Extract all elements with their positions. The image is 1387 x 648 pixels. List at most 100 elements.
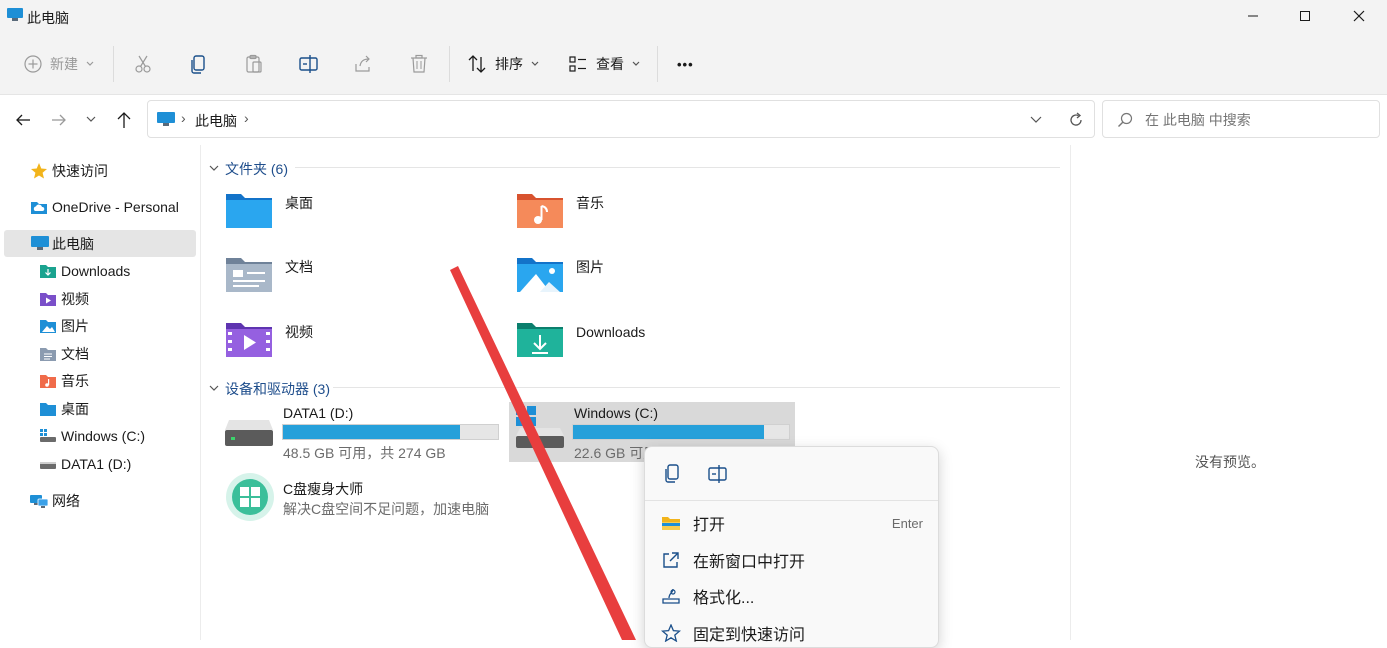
sidebar-item-network[interactable]: 网络 [0, 487, 196, 514]
sidebar-item-label: 音乐 [61, 372, 89, 389]
drive-usage-bar [572, 424, 790, 440]
folder-label: 文档 [285, 259, 313, 275]
delete-button[interactable] [409, 46, 429, 82]
folder-label: Downloads [576, 324, 646, 340]
sidebar-item-onedrive[interactable]: OneDrive - Personal [0, 193, 196, 220]
copy-button[interactable] [189, 46, 209, 82]
drive-data1-d[interactable]: DATA1 (D:) 48.5 GB 可用，共 274 GB [222, 402, 504, 462]
chevron-down-icon [209, 385, 219, 391]
scissors-icon [135, 55, 151, 73]
app-name: C盘瘦身大师 [283, 481, 364, 497]
drive-usage-fill [283, 425, 460, 439]
minimize-icon [1248, 15, 1258, 17]
hard-drive-icon [225, 420, 273, 446]
folders-group-label: 文件夹 (6) [225, 161, 288, 177]
menu-item-label: 固定到快速访问 [693, 627, 806, 644]
group-divider [333, 387, 1060, 388]
pictures-folder-icon [517, 258, 563, 292]
drive-name: DATA1 (D:) [283, 405, 354, 421]
sidebar-item-downloads[interactable]: Downloads [0, 257, 196, 284]
command-bar: 新建 排序 查看 ••• [0, 34, 1387, 95]
more-options-button[interactable]: ••• [677, 46, 694, 82]
sidebar-item-windows-c[interactable]: Windows (C:) [0, 422, 196, 449]
folders-group-header[interactable]: 文件夹 (6) [209, 159, 288, 179]
drive-usage-text: 48.5 GB 可用，共 274 GB [283, 445, 446, 461]
minimize-button[interactable] [1230, 0, 1276, 32]
app-icon [226, 473, 274, 521]
chevron-down-icon [86, 61, 94, 66]
folder-desktop[interactable]: 桌面 [225, 190, 313, 230]
context-menu: 打开 Enter 在新窗口中打开 格式化... 固定到快速访问 [644, 446, 939, 648]
sidebar-item-documents[interactable]: 文档 [0, 340, 196, 367]
sidebar-item-videos[interactable]: 视频 [0, 285, 196, 312]
folder-music[interactable]: 音乐 [516, 190, 604, 230]
menu-item-label: 格式化... [693, 590, 755, 607]
search-icon [1118, 112, 1133, 127]
sidebar-item-this-pc[interactable]: 此电脑 [4, 230, 196, 257]
downloads-folder-icon [517, 323, 563, 357]
system-drive-icon [516, 406, 564, 448]
devices-group-header[interactable]: 设备和驱动器 (3) [209, 379, 330, 399]
rename-button[interactable] [298, 46, 320, 82]
address-bar[interactable]: › 此电脑 › [147, 100, 1095, 138]
search-box[interactable] [1102, 100, 1380, 138]
sidebar-item-pictures[interactable]: 图片 [0, 312, 196, 339]
copy-icon[interactable] [664, 464, 682, 484]
cut-button[interactable] [133, 46, 153, 82]
menu-item-open-new-window[interactable]: 在新窗口中打开 [661, 546, 923, 574]
videos-folder-icon [40, 292, 56, 306]
app-c-disk-cleaner[interactable]: C盘瘦身大师 解决C盘空间不足问题，加速电脑 [222, 470, 522, 525]
rename-icon[interactable] [707, 464, 729, 484]
folder-label: 桌面 [285, 195, 313, 211]
sidebar-item-data1-d[interactable]: DATA1 (D:) [0, 450, 196, 477]
share-button[interactable] [353, 46, 373, 82]
preview-pane: 没有预览。 [1070, 145, 1387, 640]
maximize-button[interactable] [1282, 0, 1328, 32]
folder-downloads[interactable]: Downloads [516, 319, 645, 359]
onedrive-folder-icon [31, 201, 47, 214]
breadcrumb-separator: › [244, 110, 249, 126]
close-button[interactable] [1336, 0, 1382, 32]
music-folder-icon [517, 194, 563, 228]
view-button[interactable]: 查看 [568, 46, 640, 82]
videos-folder-icon [226, 323, 272, 357]
folder-pictures[interactable]: 图片 [516, 254, 604, 294]
group-divider [295, 167, 1060, 168]
recent-locations-chevron-icon[interactable] [86, 116, 96, 124]
sort-button[interactable]: 排序 [467, 46, 539, 82]
menu-item-format[interactable]: 格式化... [661, 582, 923, 610]
folder-label: 图片 [576, 259, 604, 275]
documents-folder-icon [40, 347, 56, 361]
drive-usage-bar [282, 424, 499, 440]
this-pc-icon [7, 8, 23, 21]
view-list-icon [569, 56, 586, 72]
sidebar-item-music[interactable]: 音乐 [0, 367, 196, 394]
refresh-icon[interactable] [1068, 112, 1084, 128]
sidebar-item-quick-access[interactable]: 快速访问 [0, 157, 196, 184]
menu-item-pin-quick-access[interactable]: 固定到快速访问 [661, 619, 923, 647]
menu-item-label: 打开 [693, 517, 726, 534]
menu-item-shortcut: Enter [891, 515, 923, 531]
chevron-down-icon [531, 61, 539, 66]
system-drive-icon [40, 428, 56, 442]
star-icon [31, 162, 47, 178]
desktop-folder-icon [226, 194, 272, 228]
forward-arrow-icon[interactable] [51, 113, 67, 127]
paste-button[interactable] [244, 46, 264, 82]
network-icon [30, 494, 48, 508]
address-dropdown-chevron-icon[interactable] [1030, 116, 1042, 124]
sidebar-item-label: 文档 [61, 345, 89, 362]
no-preview-text: 没有预览。 [1195, 454, 1265, 470]
sidebar-item-desktop[interactable]: 桌面 [0, 395, 196, 422]
breadcrumb-this-pc[interactable]: 此电脑 [195, 111, 237, 131]
sidebar-item-label: 桌面 [61, 400, 89, 417]
menu-item-open[interactable]: 打开 Enter [661, 509, 923, 537]
maximize-icon [1300, 11, 1310, 21]
folder-videos[interactable]: 视频 [225, 319, 313, 359]
back-arrow-icon[interactable] [15, 113, 31, 127]
up-arrow-icon[interactable] [116, 111, 132, 129]
sidebar-item-label: Downloads [61, 262, 131, 279]
new-button[interactable]: 新建 [24, 46, 94, 82]
search-input[interactable] [1143, 109, 1367, 131]
folder-documents[interactable]: 文档 [225, 254, 313, 294]
